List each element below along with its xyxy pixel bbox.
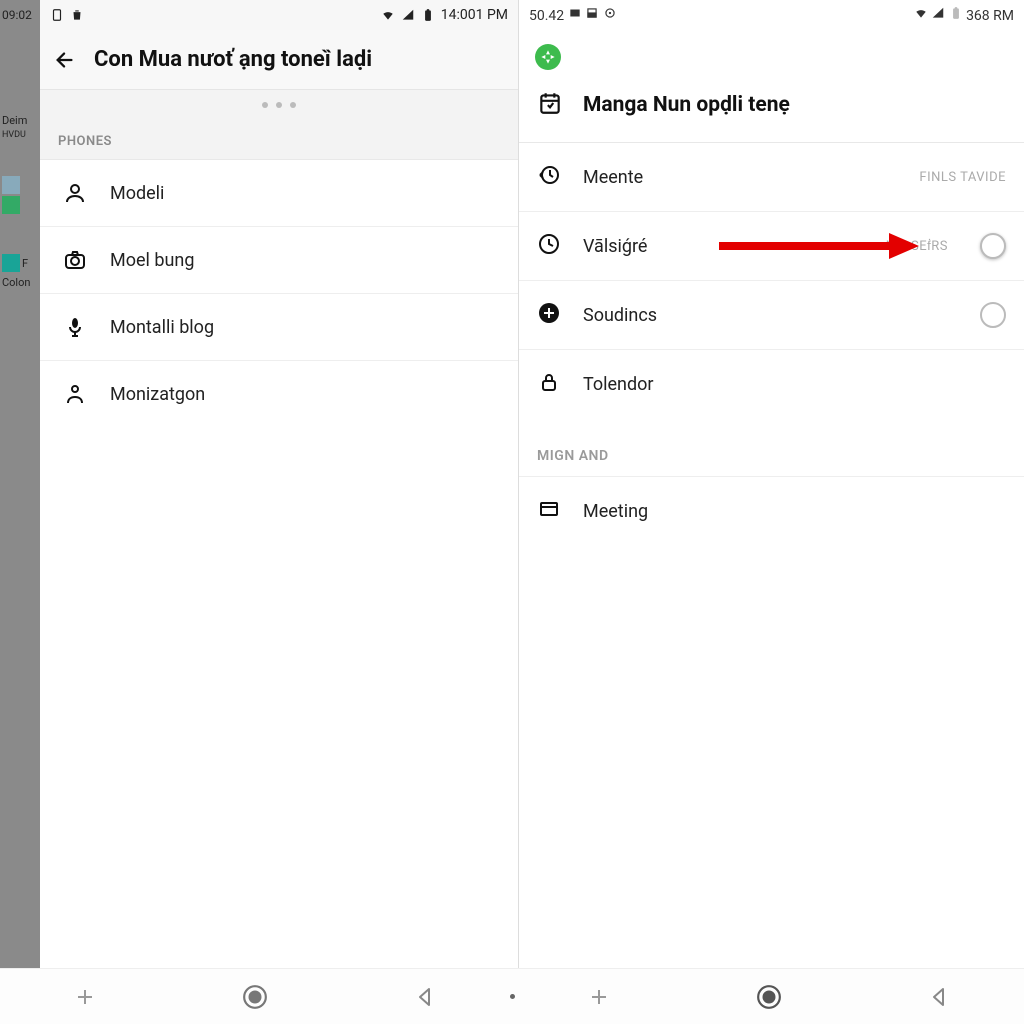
list-item-label: Monizatgon: [110, 384, 205, 405]
list-item-valsigre[interactable]: Vālsiǵré NI3 SEḟRS: [519, 212, 1024, 281]
bg-label: Colon: [2, 276, 30, 289]
device-icon: [50, 8, 64, 22]
nav-recent-button[interactable]: [585, 983, 613, 1011]
page-title: Manga Nun opḍli tenẹ: [583, 93, 790, 117]
signal-icon: [401, 8, 415, 22]
person-outline-icon: [62, 381, 88, 407]
list-item-label: Meente: [583, 167, 643, 188]
trash-icon: [70, 8, 84, 22]
person-icon: [62, 180, 88, 206]
section-header-phones: PHONES: [40, 120, 518, 160]
bg-label: F: [22, 257, 28, 270]
thumbnail-icon: [2, 196, 20, 214]
system-nav-bar: [0, 968, 1024, 1024]
list-item[interactable]: Montalli blog: [40, 294, 518, 361]
bg-label: Deim: [2, 114, 27, 127]
status-bar: 14:001 PM: [40, 0, 518, 30]
background-obscured-app: 09:02 Deim HVDU F Colon: [0, 0, 40, 1024]
mic-icon: [62, 314, 88, 340]
list-item-soudincs[interactable]: Soudincs: [519, 281, 1024, 350]
camera-icon: [62, 247, 88, 273]
status-right-text: 368 RM: [966, 8, 1014, 24]
radio-toggle[interactable]: [980, 233, 1006, 259]
wifi-icon: [914, 6, 928, 20]
clock-icon: [537, 232, 561, 260]
nav-back-button[interactable]: [925, 983, 953, 1011]
list-item-label: Vālsiǵré: [583, 236, 647, 257]
status-bar: 50.42 368 RM: [519, 0, 1024, 30]
calendar-icon: [537, 90, 563, 120]
radio-toggle[interactable]: [980, 302, 1006, 328]
bg-sublabel: HVDU: [2, 130, 26, 140]
list-item-meeting[interactable]: Meeting: [519, 477, 1024, 545]
list-item-label: Tolendor: [583, 374, 654, 395]
history-icon: [537, 163, 561, 191]
header-bar: Con Mua nưoť ạng toneȉ laḍi: [40, 30, 518, 90]
nav-home-button[interactable]: [755, 983, 783, 1011]
page-indicator: [40, 90, 518, 120]
battery-icon: [949, 6, 963, 20]
section-header-mign: MIGN AND: [519, 418, 1024, 477]
thumbnail-icon: [2, 254, 20, 272]
bg-time: 09:02: [2, 8, 32, 22]
list-item-label: Meeting: [583, 501, 648, 522]
left-screenshot-panel: 14:001 PM Con Mua nưoť ạng toneȉ laḍi PH…: [40, 0, 518, 1024]
rect-icon: [568, 6, 582, 20]
status-left-text: 50.42: [529, 8, 564, 24]
page-title: Con Mua nưoť ạng toneȉ laḍi: [94, 47, 372, 72]
list-item[interactable]: Modeli: [40, 160, 518, 227]
list-item-value: NI3 SEḟRS: [886, 238, 948, 254]
dot-icon: [276, 102, 282, 108]
list-item-tolendor[interactable]: Tolendor: [519, 350, 1024, 418]
square-icon: [585, 6, 599, 20]
status-time: 14:001 PM: [441, 7, 508, 23]
lock-icon: [537, 370, 561, 398]
nav-home-button[interactable]: [241, 983, 269, 1011]
thumbnail-icon: [2, 176, 20, 194]
list-item-value: FINLS TAVIDE: [919, 170, 1006, 185]
title-row: Manga Nun opḍli tenẹ: [519, 80, 1024, 143]
dot-icon: [262, 102, 268, 108]
list-item-label: Moel bung: [110, 250, 194, 271]
list-item-label: Modeli: [110, 183, 164, 204]
wifi-icon: [381, 8, 395, 22]
add-badge-icon[interactable]: [535, 44, 561, 70]
list-item-label: Montalli blog: [110, 317, 214, 338]
back-arrow-icon[interactable]: [54, 49, 76, 71]
list-item-meente[interactable]: Meente FINLS TAVIDE: [519, 143, 1024, 212]
nav-back-button[interactable]: [411, 983, 439, 1011]
list-item-label: Soudincs: [583, 305, 657, 326]
right-screenshot-panel: 50.42 368 RM Manga Nun opḍli tenẹ: [518, 0, 1024, 1024]
list-item[interactable]: Monizatgon: [40, 361, 518, 427]
list-item[interactable]: Moel bung: [40, 227, 518, 294]
battery-icon: [421, 8, 435, 22]
target-icon: [603, 6, 617, 20]
card-icon: [537, 497, 561, 525]
dot-icon: [290, 102, 296, 108]
nav-recent-button[interactable]: [71, 983, 99, 1011]
plus-circle-icon: [537, 301, 561, 329]
signal-icon: [931, 6, 945, 20]
